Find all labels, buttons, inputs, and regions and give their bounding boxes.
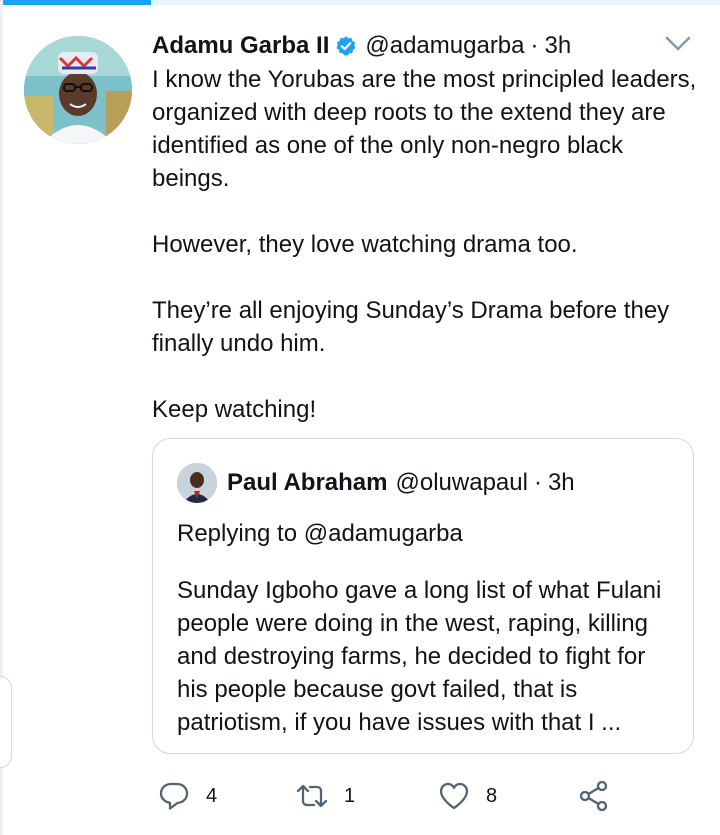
avatar-image bbox=[24, 36, 132, 144]
tweet-actions: 4 1 8 bbox=[158, 778, 628, 814]
loading-progress-fill bbox=[0, 0, 152, 5]
tweet-header: Adamu Garba II @adamugarba · 3h bbox=[152, 28, 571, 64]
author-name[interactable]: Adamu Garba II bbox=[152, 32, 329, 60]
retweet-count: 1 bbox=[344, 784, 356, 807]
reply-button[interactable]: 4 bbox=[158, 778, 217, 814]
verified-badge-icon bbox=[336, 36, 356, 56]
heart-icon bbox=[439, 782, 469, 810]
quoted-avatar-image bbox=[177, 463, 217, 503]
loading-progress-track bbox=[0, 0, 720, 5]
quoted-tweet-text: Sunday Igboho gave a long list of what F… bbox=[177, 577, 662, 736]
quoted-separator-dot: · bbox=[533, 469, 542, 496]
retweet-icon bbox=[296, 784, 328, 808]
quoted-author-handle: @oluwapaul bbox=[395, 469, 528, 496]
avatar[interactable] bbox=[24, 36, 132, 144]
quoted-tweet-header: Paul Abraham @oluwapaul · 3h bbox=[177, 463, 575, 503]
share-button[interactable] bbox=[578, 778, 610, 814]
share-icon bbox=[579, 780, 608, 812]
tweet-text: I know the Yorubas are the most principl… bbox=[152, 66, 697, 423]
separator-dot: · bbox=[530, 32, 539, 59]
replying-to-line: Replying to @adamugarba bbox=[177, 520, 463, 547]
quoted-avatar bbox=[177, 463, 217, 503]
quoted-author-name: Paul Abraham bbox=[227, 469, 388, 496]
like-count: 8 bbox=[486, 784, 498, 807]
tweet-time[interactable]: 3h bbox=[545, 32, 572, 60]
author-handle[interactable]: @adamugarba bbox=[365, 32, 524, 60]
reply-icon bbox=[159, 782, 189, 810]
side-panel-edge bbox=[0, 676, 12, 768]
quoted-tweet-time: 3h bbox=[547, 469, 575, 496]
retweet-button[interactable]: 1 bbox=[296, 778, 355, 814]
quoted-tweet-card[interactable]: Paul Abraham @oluwapaul · 3h Replying to… bbox=[152, 438, 694, 754]
reply-count: 4 bbox=[206, 784, 218, 807]
like-button[interactable]: 8 bbox=[438, 778, 497, 814]
chevron-down-icon[interactable] bbox=[664, 34, 692, 54]
